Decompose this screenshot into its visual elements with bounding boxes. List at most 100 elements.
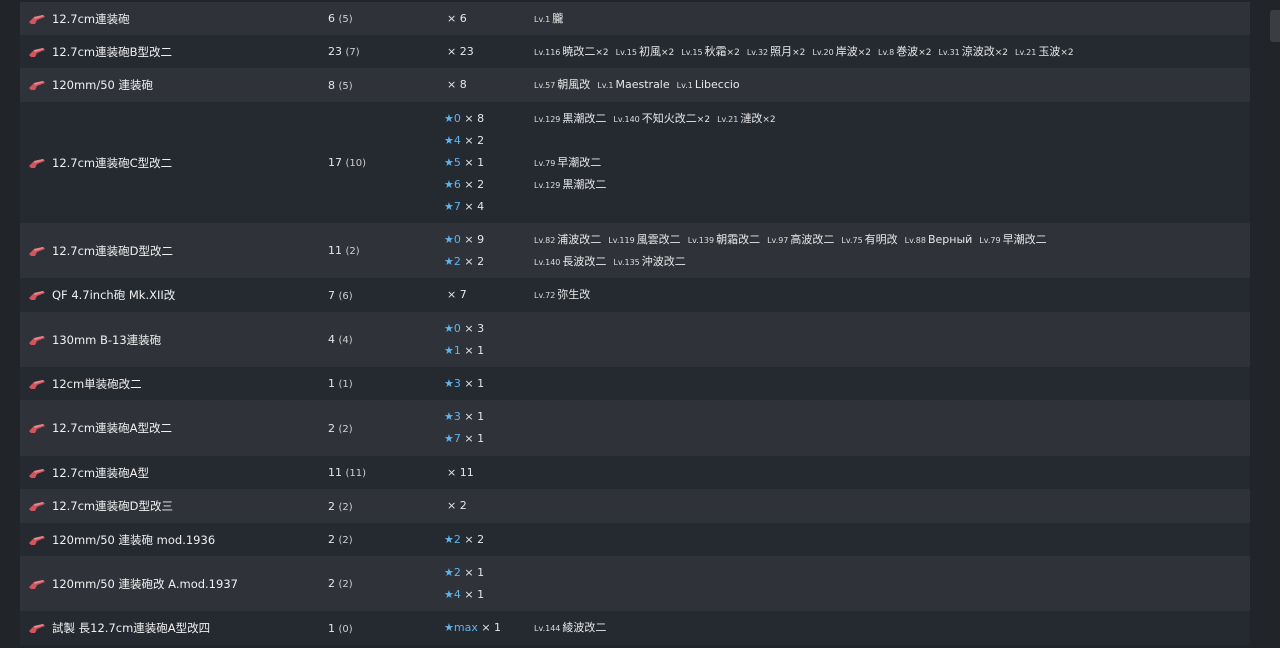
ship-name: 弥生改 [557, 288, 591, 301]
ship-entry[interactable]: Lv.140 長波改二 [534, 251, 606, 274]
ship-entry[interactable]: Lv.140 不知火改二×2 [613, 108, 710, 131]
ship-equip-count: ×2 [696, 114, 711, 125]
equipment-name-cell: 12.7cm連装砲D型改三 [20, 498, 328, 514]
improvement-line: ★max × 1 [444, 617, 534, 639]
equipment-row[interactable]: 試製 長12.7cm連装砲A型改四 1 (0) ★max × 1 Lv.144 綾波改二 [20, 611, 1250, 645]
improvement-multiplier: × 1 [464, 410, 485, 423]
improvement-multiplier: × 3 [464, 321, 485, 335]
improvement-level-cell: ★2 × 2 [444, 529, 534, 551]
ship-name: 岸波 [835, 44, 858, 58]
equipment-row[interactable]: 12.7cm連装砲 6 (5) × 6 Lv.1 朧 [20, 2, 1250, 35]
ship-entry[interactable]: Lv.1 朧 [534, 8, 563, 31]
equipment-row[interactable]: 12.7cm連装砲A型 11 (11) × 11 [20, 456, 1250, 489]
improvement-line: ★4 × 2 [444, 130, 534, 152]
equipment-row[interactable]: QF 4.7inch砲 Mk.XII改 7 (6) × 7 Lv.72 弥生改 [20, 278, 1250, 312]
ship-equip-count: ×2 [792, 47, 806, 58]
improvement-level-cell: × 8 [444, 74, 534, 96]
ship-name: 不知火改二 [641, 111, 697, 125]
ship-name: 秋霜 [704, 44, 727, 58]
ship-entry[interactable]: Lv.144 綾波改二 [534, 617, 606, 640]
equipment-row[interactable]: 120mm/50 連装砲 8 (5) × 8 Lv.57 朝風改 Lv.1 Maestral… [20, 68, 1250, 102]
improvement-line: ★0 × 3 [444, 318, 534, 340]
equipment-row[interactable]: 12.7cm連装砲B型改二 23 (7) × 23 Lv.116 暁改二×2 Lv.15 初… [20, 35, 1250, 68]
improvement-level-cell: × 6 [444, 8, 534, 30]
ship-entry[interactable]: Lv.135 沖波改二 [613, 251, 685, 274]
main-gun-icon [28, 467, 46, 479]
equipment-row[interactable]: 120mm/50 連装砲 mod.1936 2 (2) ★2 × 2 [20, 523, 1250, 556]
ship-entry[interactable]: Lv.82 浦波改二 [534, 229, 601, 252]
ship-level: Lv.1 [597, 81, 614, 90]
ship-entry[interactable]: Lv.79 早潮改二 [979, 229, 1046, 252]
improvement-multiplier: × 23 [447, 44, 474, 58]
equipment-row[interactable]: 12.7cm連装砲C型改二 17 (10) ★0 × 8 ★4 × 2 ★5 × 1 ★6… [20, 102, 1250, 223]
equipment-row[interactable]: 12.7cm連装砲A型改二 2 (2) ★3 × 1 ★7 × 1 [20, 400, 1250, 456]
ship-entry[interactable]: Lv.8 巻波×2 [878, 41, 931, 64]
equipment-unlocked-count: (4) [338, 335, 353, 346]
ship-level: Lv.88 [904, 235, 926, 245]
ship-entry[interactable]: Lv.129 黒潮改二 [534, 108, 606, 131]
main-gun-icon [28, 289, 46, 301]
ship-entry[interactable]: Lv.88 Верный [905, 229, 973, 252]
equipment-count: 4 [328, 333, 335, 346]
ship-name: 初風 [638, 44, 661, 58]
ship-entry[interactable]: Lv.119 風雲改二 [608, 229, 680, 252]
ship-entry[interactable]: Lv.21 玉波×2 [1015, 41, 1074, 64]
equipment-name-cell: 12.7cm連装砲A型改二 [20, 420, 328, 436]
equipment-row[interactable]: 120mm/50 連装砲改 A.mod.1937 2 (2) ★2 × 1 ★4 × … [20, 556, 1250, 611]
equipment-row[interactable]: 12.7cm連装砲D型改二 11 (2) ★0 × 9 ★2 × 2 Lv.82 浦波改二… [20, 223, 1250, 278]
ship-name: 浦波改二 [557, 232, 602, 246]
ship-entry[interactable]: Lv.31 涼波改×2 [938, 41, 1008, 64]
scrollbar-handle[interactable] [1270, 10, 1280, 42]
ship-entry[interactable]: Lv.1 Maestrale [597, 74, 669, 97]
ship-entry[interactable]: Lv.139 朝霜改二 [688, 229, 760, 252]
ship-name: 綾波改二 [562, 621, 607, 634]
ship-entry[interactable]: Lv.79 早潮改二 [534, 152, 601, 175]
ship-equip-count: ×2 [918, 47, 932, 58]
ship-entry[interactable]: Lv.57 朝風改 [534, 74, 590, 97]
ship-level: Lv.140 [534, 257, 561, 267]
ship-entry[interactable]: Lv.32 照月×2 [747, 41, 806, 64]
improvement-multiplier: × 7 [447, 288, 467, 301]
improvement-line: ★6 × 2 [444, 174, 534, 196]
ship-level: Lv.15 [615, 47, 637, 57]
improvement-multiplier: × 1 [481, 621, 502, 634]
ship-entry[interactable]: Lv.21 漣改×2 [717, 108, 776, 131]
improvement-line: ★2 × 2 [444, 529, 534, 551]
equipment-row[interactable]: 12cm単装砲改二 1 (1) ★3 × 1 [20, 367, 1250, 400]
equipped-ships-cell: Lv.82 浦波改二 Lv.119 風雲改二 Lv.139 朝霜改二 Lv.97 高波改二 Lv… [534, 229, 1250, 273]
equipment-count: 17 [328, 156, 342, 169]
improvement-level-cell: ★3 × 1 ★7 × 1 [444, 406, 534, 450]
equipment-name: 120mm/50 連装砲 [52, 78, 154, 92]
ship-entry[interactable]: Lv.15 秋霜×2 [681, 41, 740, 64]
ship-entry[interactable]: Lv.75 有明改 [841, 229, 897, 252]
equipped-ships-cell: Lv.72 弥生改 [534, 284, 1250, 306]
equipment-name-cell: 12.7cm連装砲 [20, 11, 328, 27]
ship-level: Lv.75 [841, 235, 863, 245]
ship-entry[interactable]: Lv.97 高波改二 [767, 229, 834, 252]
ship-entry[interactable]: Lv.116 暁改二×2 [534, 41, 609, 64]
ship-entry[interactable]: Lv.129 黒潮改二 [534, 174, 606, 197]
equipment-name: 12.7cm連装砲A型改二 [52, 421, 172, 435]
improvement-multiplier: × 8 [464, 111, 485, 125]
equipment-unlocked-count: (5) [338, 80, 353, 92]
ship-entry[interactable]: Lv.72 弥生改 [534, 284, 590, 307]
ship-level: Lv.79 [979, 235, 1001, 245]
equipment-table: 12.7cm連装砲 6 (5) × 6 Lv.1 朧 12.7cm連装砲B型改二 23 (7… [20, 2, 1250, 645]
equipment-row[interactable]: 12.7cm連装砲D型改三 2 (2) × 2 [20, 489, 1250, 523]
improvement-level-cell: ★0 × 9 ★2 × 2 [444, 229, 534, 273]
ship-level: Lv.129 [534, 180, 561, 190]
improvement-level-cell: × 2 [444, 495, 534, 517]
equipment-unlocked-count: (6) [338, 290, 353, 302]
equipment-row[interactable]: 130mm B-13連装砲 4 (4) ★0 × 3 ★1 × 1 [20, 312, 1250, 367]
equipment-unlocked-count: (2) [338, 579, 353, 590]
improvement-star: ★3 [444, 410, 461, 423]
equipment-count-cell: 8 (5) [328, 79, 444, 92]
ship-level: Lv.144 [534, 624, 561, 633]
equipment-name: 12.7cm連装砲A型 [52, 465, 149, 480]
ship-entry[interactable]: Lv.1 Libeccio [677, 74, 740, 97]
improvement-multiplier: × 2 [447, 499, 467, 512]
equipment-count-cell: 6 (5) [328, 12, 444, 25]
ship-entry[interactable]: Lv.20 岸波×2 [812, 41, 871, 64]
ship-entry[interactable]: Lv.15 初風×2 [616, 41, 675, 64]
ship-name: 暁改二 [562, 44, 596, 58]
